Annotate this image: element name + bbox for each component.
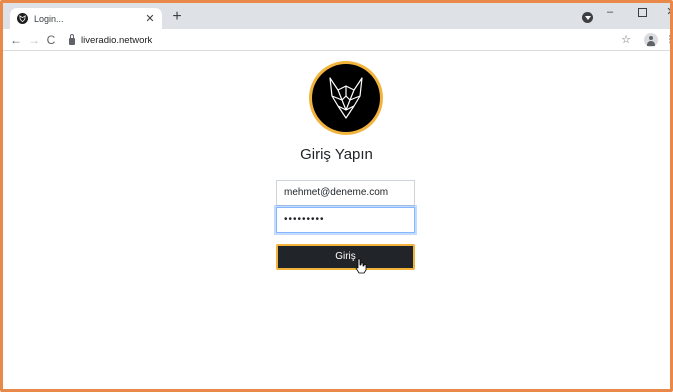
screenshot-frame: Login... ✕ + – ✕ ← → C liveradio.network…: [0, 0, 673, 392]
tab-strip: Login... ✕ + – ✕: [3, 3, 670, 29]
wolf-logo: [309, 61, 383, 135]
browser-tab[interactable]: Login... ✕: [10, 8, 162, 29]
login-button[interactable]: Giriş: [276, 244, 415, 270]
minimize-icon[interactable]: –: [599, 5, 621, 23]
browser-toolbar: ← → C liveradio.network ☆ ⋮: [3, 29, 670, 51]
email-field[interactable]: mehmet@deneme.com: [276, 180, 415, 206]
window-close-icon[interactable]: ✕: [660, 5, 670, 23]
wolf-logo-icon: [329, 77, 363, 119]
wolf-logo-icon: [17, 13, 28, 24]
reload-icon[interactable]: C: [44, 32, 58, 48]
arrow-left-icon[interactable]: ←: [9, 32, 23, 48]
hand-cursor-icon: [355, 258, 367, 274]
account-icon[interactable]: [644, 33, 658, 47]
page-content: Giriş Yapın mehmet@deneme.com ••••••••• …: [3, 52, 670, 389]
url-text[interactable]: liveradio.network: [81, 35, 152, 46]
password-field[interactable]: •••••••••: [276, 207, 415, 233]
tab-title: Login...: [34, 13, 64, 24]
plus-icon[interactable]: +: [168, 8, 186, 26]
address-bar[interactable]: liveradio.network: [63, 31, 613, 49]
page-title: Giriş Yapın: [300, 146, 373, 163]
arrow-right-icon[interactable]: →: [27, 32, 41, 48]
close-icon[interactable]: ✕: [144, 13, 156, 25]
profile-indicator-icon[interactable]: [582, 12, 593, 23]
kebab-menu-icon[interactable]: ⋮: [665, 32, 670, 48]
star-icon[interactable]: ☆: [620, 32, 632, 48]
maximize-icon[interactable]: [631, 5, 653, 23]
lock-icon[interactable]: [69, 34, 75, 45]
